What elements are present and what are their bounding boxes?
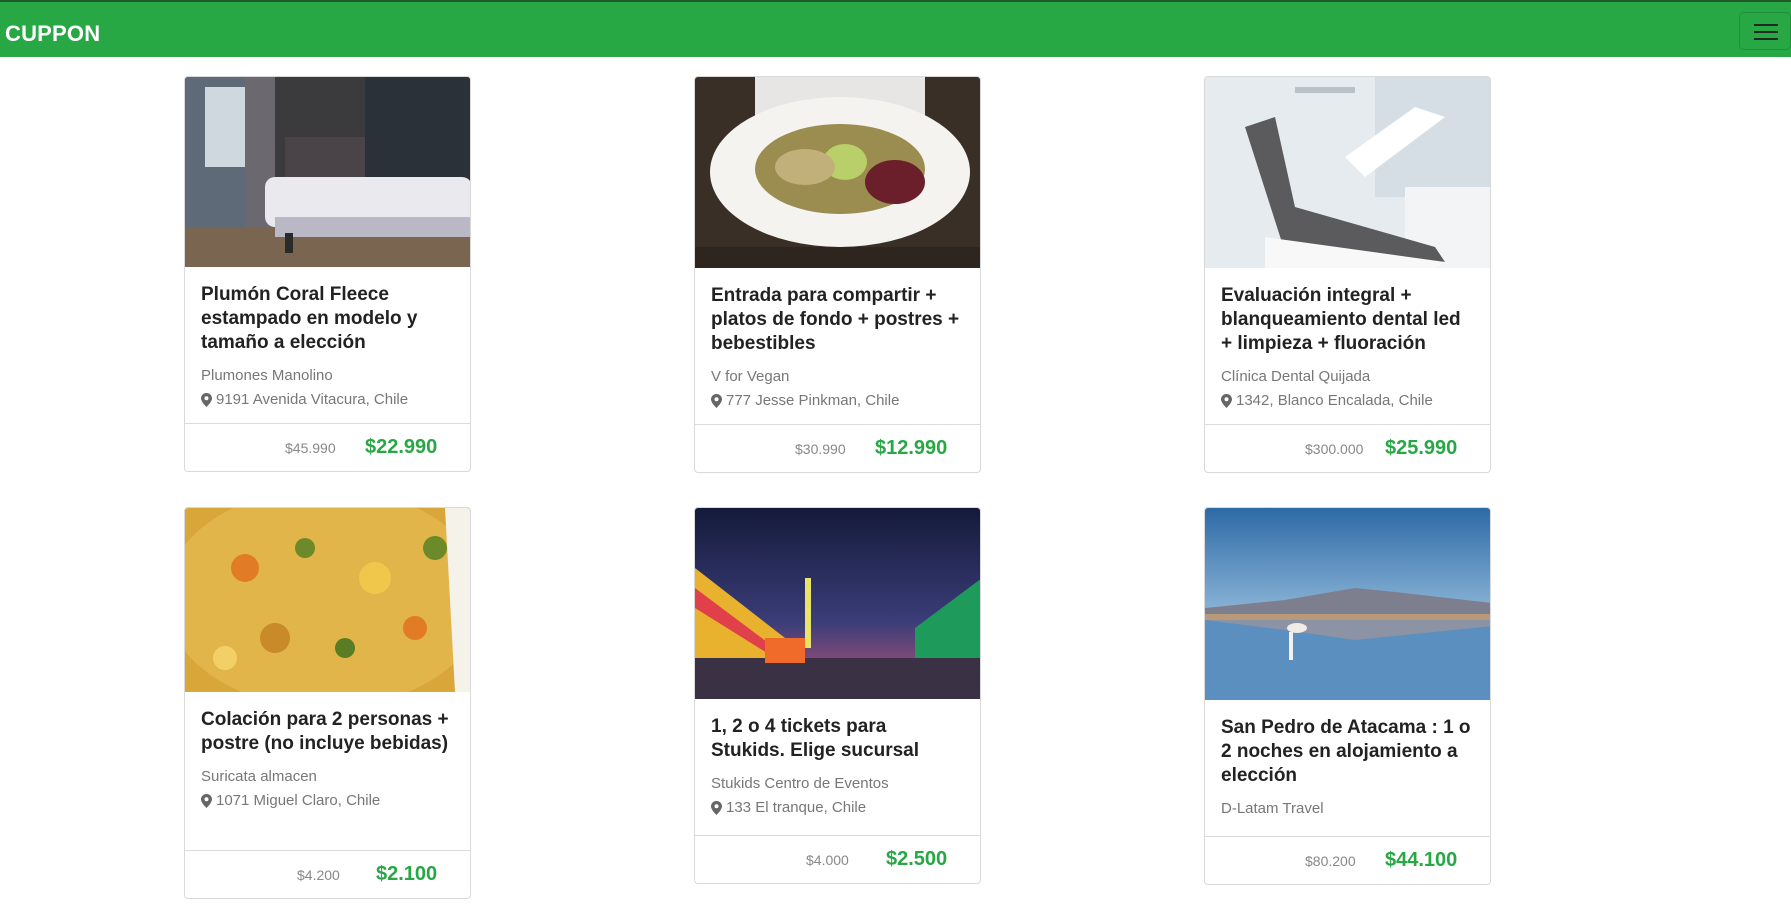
menu-toggle-button[interactable] <box>1739 12 1791 50</box>
deal-title[interactable]: Plumón Coral Fleece estampado en modelo … <box>201 283 454 355</box>
deal-price: $22.990 <box>365 436 438 458</box>
deal-merchant: V for Vegan <box>711 368 790 385</box>
deal-card[interactable]: 1, 2 o 4 tickets para Stukids. Elige suc… <box>694 507 981 884</box>
deal-merchant: Suricata almacen <box>201 768 317 785</box>
deal-merchant: Plumones Manolino <box>201 367 333 384</box>
deal-card-body: Entrada para compartir + platos de fondo… <box>695 268 980 425</box>
deal-card[interactable]: San Pedro de Atacama : 1 o 2 noches en a… <box>1204 507 1491 885</box>
deal-card-body: 1, 2 o 4 tickets para Stukids. Elige suc… <box>695 699 980 836</box>
deal-address: 777 Jesse Pinkman, Chile <box>711 388 964 414</box>
brand-logo[interactable]: CUPPON <box>5 21 100 47</box>
deal-card-body: Colación para 2 personas + postre (no in… <box>185 692 470 851</box>
deal-price: $2.500 <box>886 848 948 870</box>
hamburger-icon <box>1754 24 1778 26</box>
deal-card-body: Evaluación integral + blanqueamiento den… <box>1205 268 1490 425</box>
original-price: $80.200 <box>1305 853 1356 869</box>
deal-title[interactable]: San Pedro de Atacama : 1 o 2 noches en a… <box>1221 716 1474 788</box>
deal-price: $44.100 <box>1385 849 1458 871</box>
deal-card-footer: $300.000 $25.990 <box>1205 425 1490 472</box>
deal-card[interactable]: Entrada para compartir + platos de fondo… <box>694 76 981 473</box>
deal-card-footer: $30.990 $12.990 <box>695 425 980 472</box>
deal-price: $2.100 <box>376 863 438 885</box>
map-pin-icon <box>201 393 212 407</box>
deal-title[interactable]: Entrada para compartir + platos de fondo… <box>711 284 964 356</box>
deal-merchant: Clínica Dental Quijada <box>1221 368 1371 385</box>
deal-card[interactable]: Plumón Coral Fleece estampado en modelo … <box>184 76 471 472</box>
map-pin-icon <box>201 794 212 808</box>
map-pin-icon <box>711 801 722 815</box>
deal-image-atacama[interactable] <box>1205 508 1490 700</box>
deal-card[interactable]: Colación para 2 personas + postre (no in… <box>184 507 471 899</box>
deal-address: 9191 Avenida Vitacura, Chile <box>201 387 454 413</box>
original-price: $4.000 <box>806 852 849 868</box>
deal-card-body: San Pedro de Atacama : 1 o 2 noches en a… <box>1205 700 1490 837</box>
deal-title[interactable]: Colación para 2 personas + postre (no in… <box>201 708 454 756</box>
original-price: $4.200 <box>297 867 340 883</box>
deal-merchant: D-Latam Travel <box>1221 800 1324 817</box>
deal-image-dental[interactable] <box>1205 77 1490 268</box>
deal-price: $25.990 <box>1385 437 1458 459</box>
deal-merchant: Stukids Centro de Eventos <box>711 775 889 792</box>
map-pin-icon <box>711 394 722 408</box>
deal-card-body: Plumón Coral Fleece estampado en modelo … <box>185 267 470 424</box>
deal-title[interactable]: 1, 2 o 4 tickets para Stukids. Elige suc… <box>711 715 964 763</box>
deal-image-food[interactable] <box>185 508 470 692</box>
deal-card-footer: $4.200 $2.100 <box>185 851 470 898</box>
deal-card-footer: $4.000 $2.500 <box>695 836 980 883</box>
deal-address: 133 El tranque, Chile <box>711 795 964 821</box>
deal-card-footer: $45.990 $22.990 <box>185 424 470 471</box>
original-price: $30.990 <box>795 441 846 457</box>
deal-image-salad[interactable] <box>695 77 980 268</box>
deal-image-fair[interactable] <box>695 508 980 699</box>
deal-address: 1071 Miguel Claro, Chile <box>201 788 454 814</box>
navbar: CUPPON <box>0 0 1791 57</box>
deal-title[interactable]: Evaluación integral + blanqueamiento den… <box>1221 284 1474 356</box>
original-price: $45.990 <box>285 440 336 456</box>
map-pin-icon <box>1221 394 1232 408</box>
deal-address: 1342, Blanco Encalada, Chile <box>1221 388 1474 414</box>
deal-card-footer: $80.200 $44.100 <box>1205 837 1490 884</box>
deal-card[interactable]: Evaluación integral + blanqueamiento den… <box>1204 76 1491 473</box>
deal-price: $12.990 <box>875 437 948 459</box>
deal-image-bedroom[interactable] <box>185 77 470 267</box>
original-price: $300.000 <box>1305 441 1364 457</box>
